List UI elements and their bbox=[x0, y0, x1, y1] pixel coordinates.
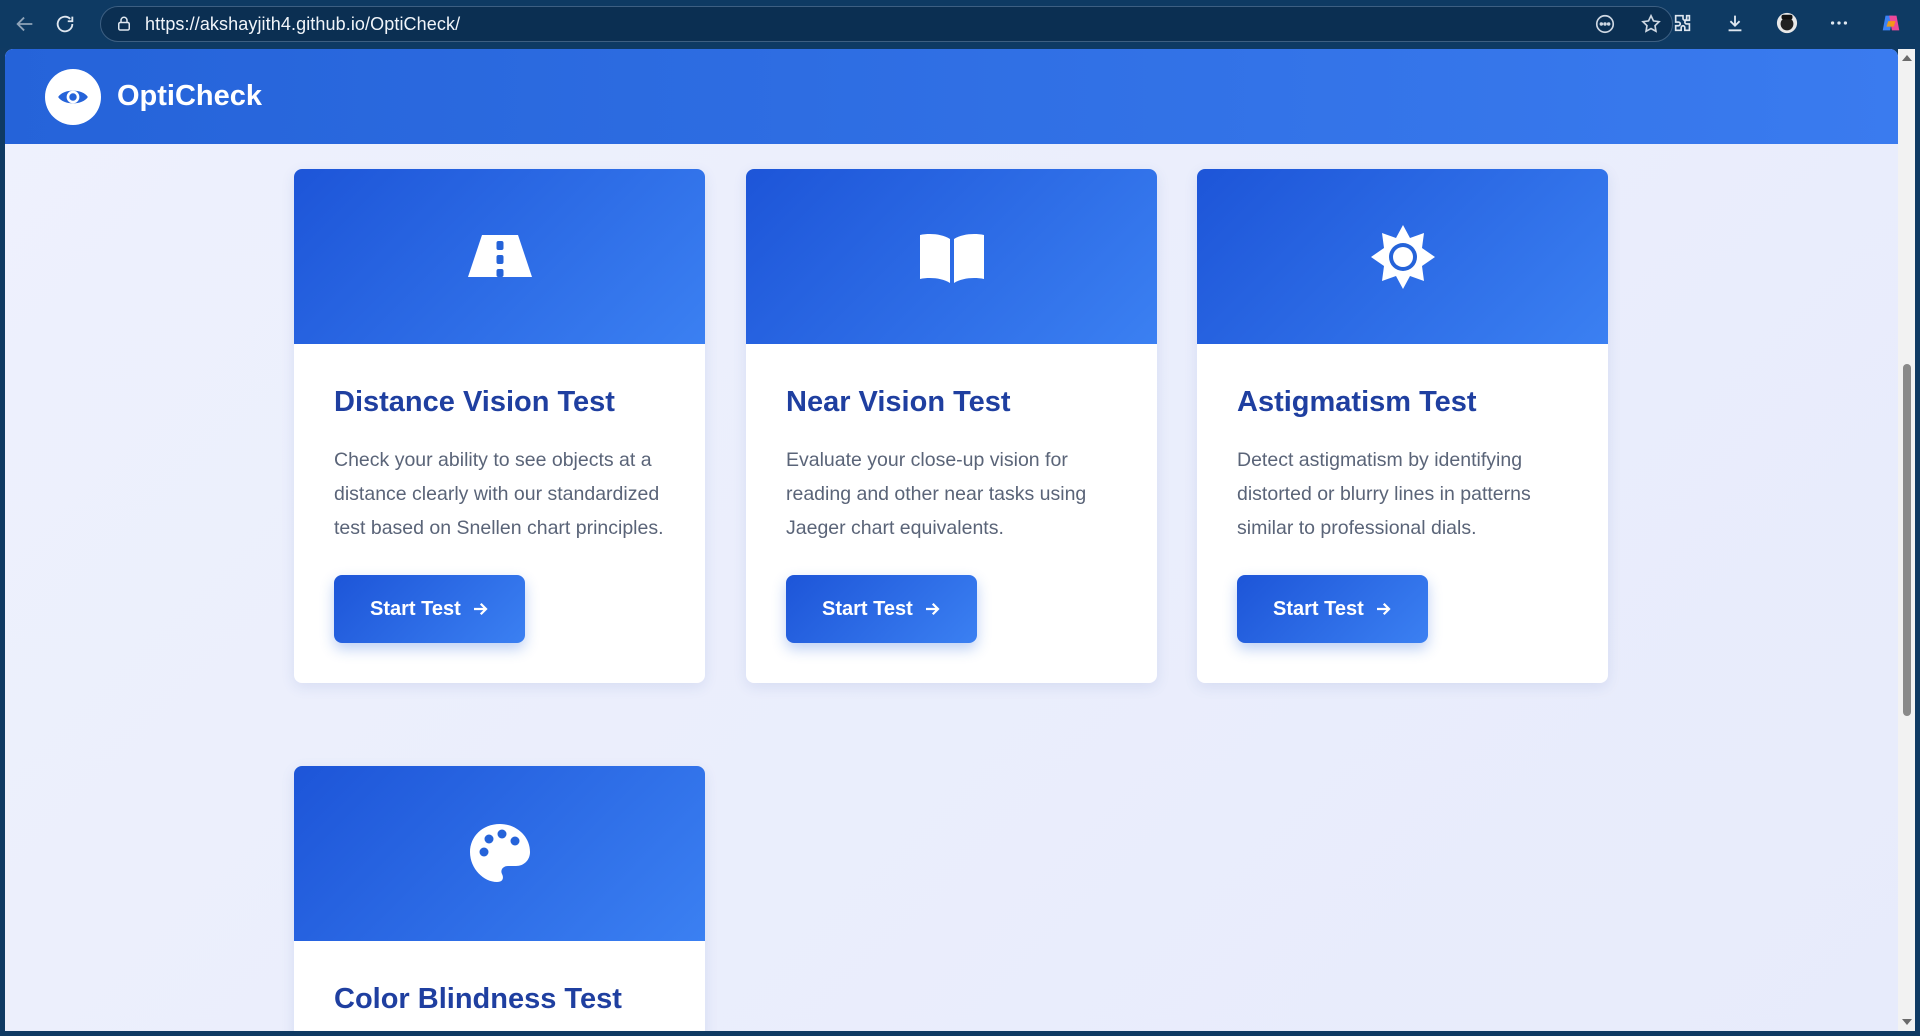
test-card-astigmatism: Astigmatism Test Detect astigmatism by i… bbox=[1197, 169, 1608, 683]
page-viewport: OptiCheck Distance Vision Test Check you… bbox=[5, 49, 1898, 1031]
address-bar[interactable]: https://akshayjith4.github.io/OptiCheck/ bbox=[100, 6, 1673, 42]
download-icon[interactable] bbox=[1720, 8, 1750, 38]
card-description: Detect astigmatism by identifying distor… bbox=[1237, 449, 1531, 539]
card-description: Check your ability to see objects at a d… bbox=[334, 449, 664, 539]
logo[interactable] bbox=[45, 68, 101, 125]
card-banner bbox=[294, 766, 705, 941]
card-banner bbox=[746, 169, 1157, 344]
scroll-up-arrow[interactable] bbox=[1902, 55, 1912, 61]
arrow-right-icon bbox=[925, 602, 940, 616]
copilot-icon[interactable] bbox=[1876, 8, 1906, 38]
card-title: Distance Vision Test bbox=[334, 386, 615, 418]
arrow-right-icon bbox=[1376, 602, 1391, 616]
page-scrollbar[interactable] bbox=[1898, 49, 1915, 1031]
extensions-icon[interactable] bbox=[1668, 8, 1698, 38]
sun-icon bbox=[1370, 224, 1435, 289]
button-label: Start Test bbox=[822, 597, 913, 620]
card-banner bbox=[1197, 169, 1608, 344]
site-info-icon[interactable] bbox=[115, 15, 133, 33]
test-card-distance: Distance Vision Test Check your ability … bbox=[294, 169, 705, 683]
more-menu-icon[interactable] bbox=[1824, 8, 1854, 38]
card-banner bbox=[294, 169, 705, 344]
card-title: Astigmatism Test bbox=[1237, 386, 1477, 418]
test-card-color-blindness: Color Blindness Test bbox=[294, 766, 705, 1031]
start-test-button[interactable]: Start Test bbox=[334, 575, 525, 643]
browser-toolbar: https://akshayjith4.github.io/OptiCheck/ bbox=[0, 0, 1920, 48]
card-title: Color Blindness Test bbox=[334, 983, 622, 1015]
back-icon[interactable] bbox=[10, 9, 40, 39]
favorite-star-icon[interactable] bbox=[1640, 13, 1662, 35]
card-title: Near Vision Test bbox=[786, 386, 1011, 418]
eye-icon bbox=[58, 90, 88, 103]
button-label: Start Test bbox=[370, 597, 461, 620]
app-header: OptiCheck bbox=[5, 49, 1898, 144]
refresh-icon[interactable] bbox=[50, 9, 80, 39]
brand-name[interactable]: OptiCheck bbox=[117, 80, 262, 113]
profile-avatar-icon[interactable] bbox=[1772, 8, 1802, 38]
palette-icon bbox=[469, 823, 530, 882]
book-open-icon bbox=[919, 233, 984, 283]
start-test-button[interactable]: Start Test bbox=[786, 575, 977, 643]
road-icon bbox=[467, 234, 532, 277]
button-label: Start Test bbox=[1273, 597, 1364, 620]
reader-icon[interactable] bbox=[1594, 13, 1616, 35]
card-description: Evaluate your close-up vision for readin… bbox=[786, 449, 1087, 539]
url-text[interactable]: https://akshayjith4.github.io/OptiCheck/ bbox=[145, 14, 460, 35]
arrow-right-icon bbox=[473, 602, 488, 616]
scroll-thumb[interactable] bbox=[1903, 364, 1911, 716]
test-card-near: Near Vision Test Evaluate your close-up … bbox=[746, 169, 1157, 683]
start-test-button[interactable]: Start Test bbox=[1237, 575, 1428, 643]
scroll-down-arrow[interactable] bbox=[1902, 1019, 1912, 1025]
